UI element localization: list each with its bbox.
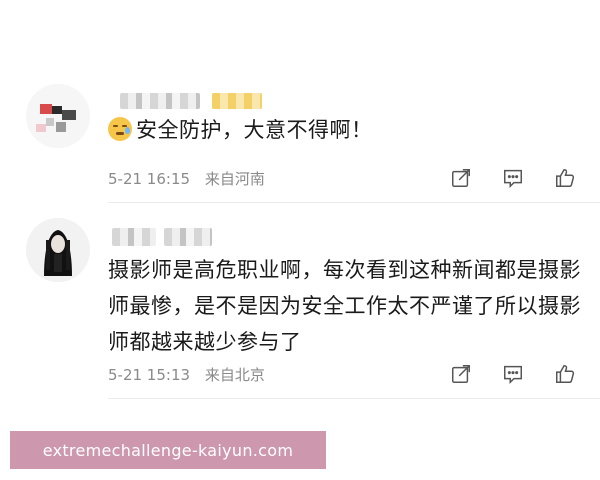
comment-icon [504,169,522,189]
thumbs-up-icon [556,169,575,187]
like-button[interactable] [552,362,578,386]
comment-location: 来自河南 [204,170,265,188]
share-icon [452,365,470,383]
vip-badge-blurred [212,93,262,109]
comment-meta: 5-21 16:15 来自河南 [108,168,265,189]
username-blurred[interactable] [120,93,200,109]
like-button[interactable] [552,166,578,190]
comment-icon [504,365,522,385]
thumbs-up-icon [556,365,575,383]
comment-actions [448,362,578,386]
avatar[interactable] [26,84,90,148]
avatar-image [26,218,90,282]
comment-text: 摄影师是高危职业啊，每次看到这种新闻都是摄影师最惨，是不是因为安全工作太不严谨了… [108,258,581,354]
sweat-emoji-icon [108,117,132,141]
avatar[interactable] [26,218,90,282]
username-blurred [164,228,212,246]
watermark: extremechallenge-kaiyun.com [10,431,326,469]
comment-location: 来自北京 [204,366,265,384]
comment-text: 安全防护，大意不得啊！ [108,112,588,148]
comment-date: 5-21 15:13 [108,366,191,384]
avatar-image [26,84,90,148]
comment-meta: 5-21 15:13 来自北京 [108,364,265,385]
comment-button[interactable] [500,166,526,190]
comment-divider [108,398,600,399]
comment-date: 5-21 16:15 [108,170,191,188]
username-blurred[interactable] [112,228,156,246]
share-button[interactable] [448,362,474,386]
comment-actions [448,166,578,190]
comment-button[interactable] [500,362,526,386]
share-button[interactable] [448,166,474,190]
share-icon [452,169,470,187]
comment-divider [108,202,600,203]
